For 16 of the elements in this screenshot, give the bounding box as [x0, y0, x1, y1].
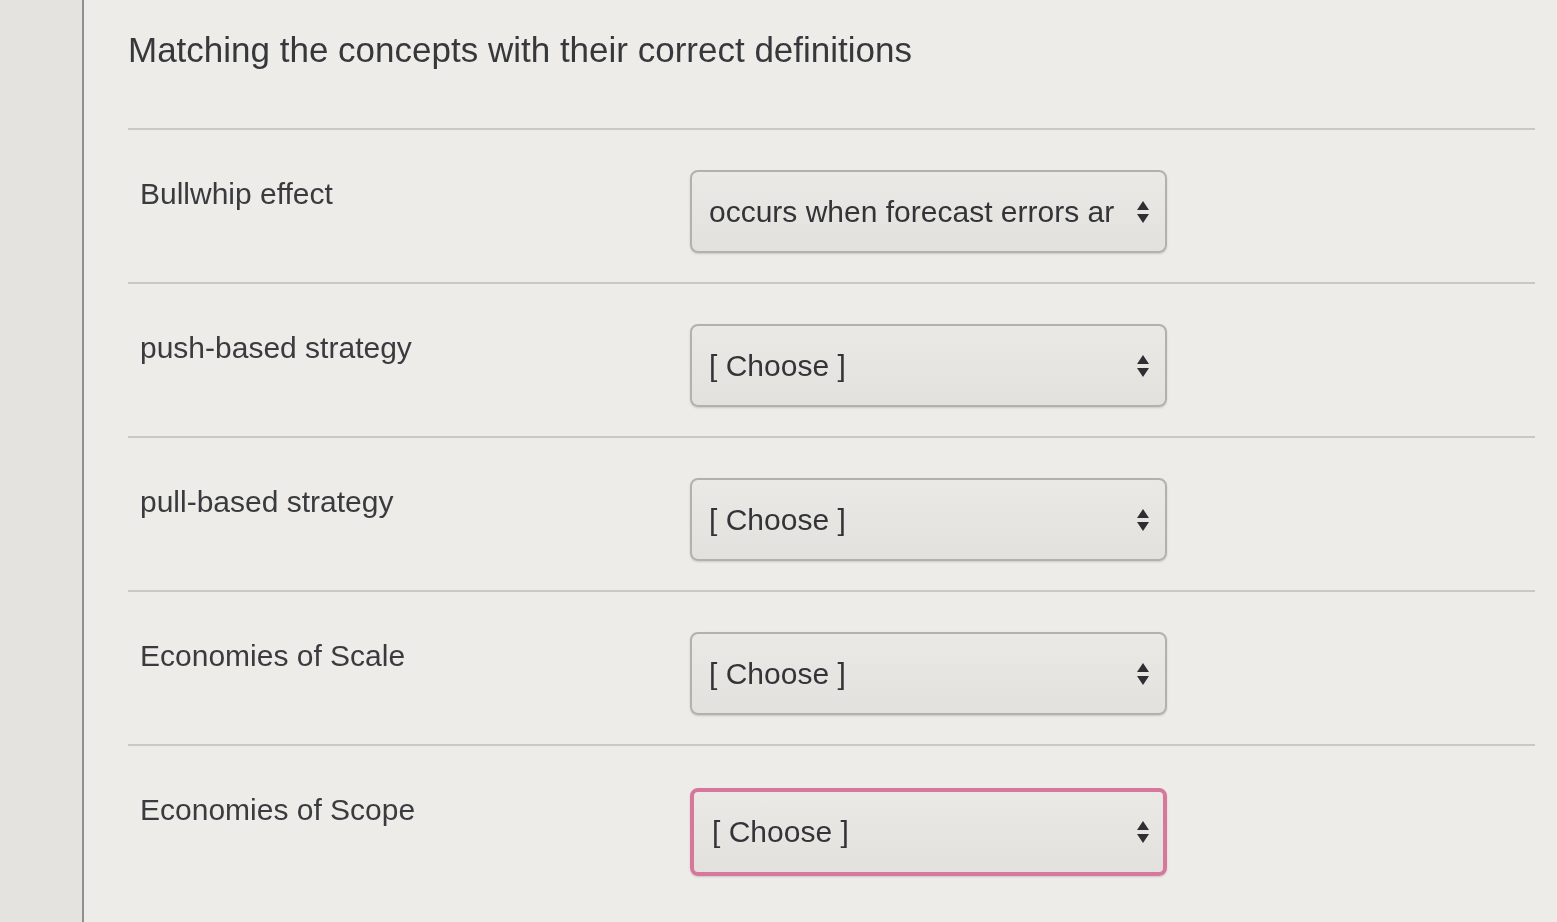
sort-arrows-icon	[1137, 821, 1149, 843]
definition-dropdown[interactable]: [ Choose ]	[690, 788, 1167, 876]
concept-label: Economies of Scope	[139, 792, 417, 828]
definition-dropdown[interactable]: [ Choose ]	[690, 632, 1167, 715]
sort-arrows-icon	[1137, 354, 1149, 377]
sort-arrows-icon	[1137, 662, 1149, 685]
concept-label: push-based strategy	[139, 330, 413, 366]
definition-dropdown[interactable]: [ Choose ]	[690, 324, 1167, 407]
question-title: Matching the concepts with their correct definitions	[128, 30, 913, 70]
concept-label: pull-based strategy	[139, 484, 395, 520]
sort-arrows-icon	[1137, 200, 1149, 223]
concept-label: Bullwhip effect	[139, 176, 334, 212]
definition-dropdown[interactable]: occurs when forecast errors ar	[690, 170, 1167, 253]
sort-arrows-icon	[1137, 508, 1149, 531]
concept-label: Economies of Scale	[139, 638, 407, 674]
definition-dropdown[interactable]: [ Choose ]	[690, 478, 1167, 561]
